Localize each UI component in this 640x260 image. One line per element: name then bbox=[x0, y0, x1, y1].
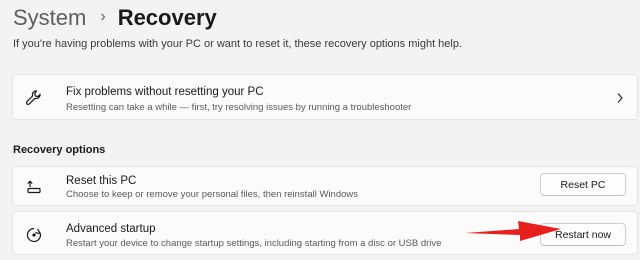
breadcrumb-system-link[interactable]: System bbox=[13, 5, 86, 31]
page-title: Recovery bbox=[117, 5, 217, 30]
fix-problems-description: Resetting can take a while — first, try … bbox=[66, 102, 412, 113]
advanced-startup-description: Restart your device to change startup se… bbox=[66, 238, 442, 249]
reset-pc-icon bbox=[25, 178, 43, 196]
breadcrumb-separator: › bbox=[100, 8, 106, 25]
fix-problems-title: Fix problems without resetting your PC bbox=[66, 86, 264, 98]
wrench-icon bbox=[25, 89, 43, 107]
reset-pc-title: Reset this PC bbox=[66, 175, 137, 187]
reset-pc-description: Choose to keep or remove your personal f… bbox=[66, 189, 359, 200]
intro-text: If you're having problems with your PC o… bbox=[13, 38, 463, 50]
recovery-options-heading: Recovery options bbox=[13, 144, 106, 156]
chevron-right-icon bbox=[615, 91, 625, 103]
advanced-startup-icon bbox=[25, 226, 43, 244]
advanced-startup-title: Advanced startup bbox=[66, 223, 156, 235]
reset-pc-button[interactable]: Reset PC bbox=[540, 173, 626, 196]
red-arrow-annotation bbox=[463, 216, 563, 246]
breadcrumb: System › Recovery bbox=[13, 2, 217, 34]
fix-problems-card[interactable]: Fix problems without resetting your PC R… bbox=[12, 74, 638, 120]
